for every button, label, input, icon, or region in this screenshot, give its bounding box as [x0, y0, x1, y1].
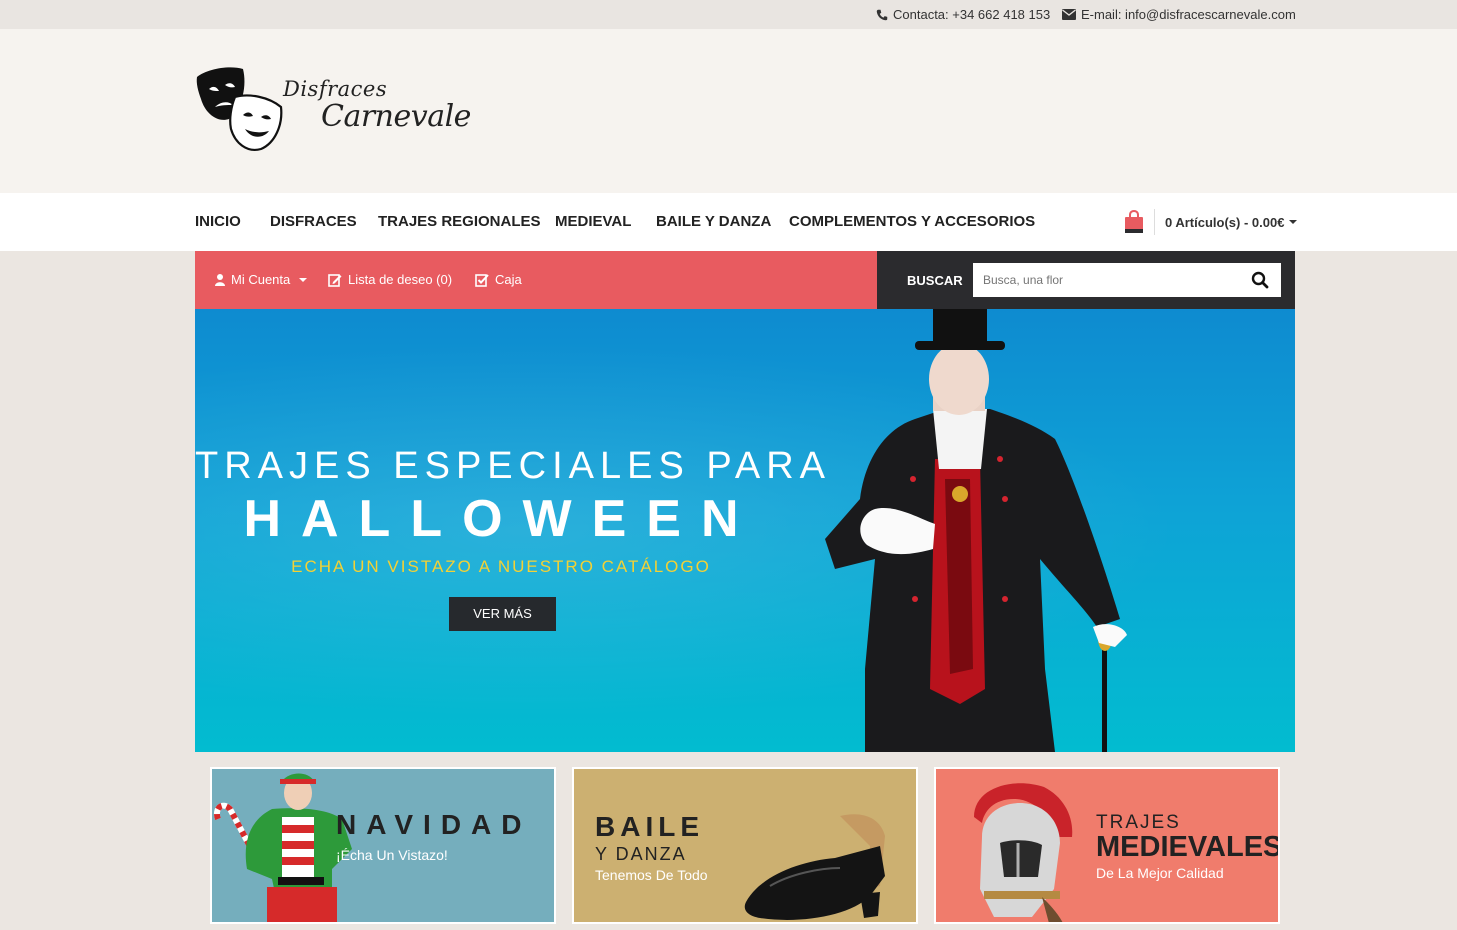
user-icon	[215, 273, 225, 286]
contact-phone-text: Contacta: +34 662 418 153	[893, 7, 1051, 22]
shopping-bag-icon	[1125, 210, 1143, 233]
search-label: BUSCAR	[907, 273, 963, 288]
nav-item-complementos[interactable]: COMPLEMENTOS Y ACCESORIOS	[789, 213, 1035, 230]
cart-button[interactable]: 0 Artículo(s) - 0.00€	[1124, 207, 1298, 237]
vampire-costume-image	[825, 309, 1127, 752]
nav-item-inicio[interactable]: INICIO	[195, 213, 241, 230]
my-account-dropdown[interactable]: Mi Cuenta	[215, 272, 308, 287]
promo-subtitle-navidad: ¡Échа Un Vistazo!	[336, 847, 448, 863]
search-icon[interactable]	[1251, 271, 1269, 289]
hero-banner[interactable]: TRAJES ESPECIALES PARA HALLOWEEN ECHA UN…	[195, 309, 1295, 752]
nav-item-baile-y-danza[interactable]: BAILE Y DANZA	[656, 213, 771, 230]
hero-title-line1: TRAJES ESPECIALES PARA	[195, 445, 832, 487]
main-navigation: INICIO DISFRACES TRAJES REGIONALES MEDIE…	[0, 193, 1457, 251]
promo-tile-medieval[interactable]: TRAJES MEDIEVALES De La Mejor Calidad	[934, 767, 1280, 924]
search-input[interactable]	[973, 263, 1281, 297]
logo-text-line1: Disfraces	[283, 77, 388, 101]
promo-title2-medievales: MEDIEVALES	[1096, 831, 1280, 863]
top-contact-bar: Contacta: +34 662 418 153 E-mail: info@d…	[0, 0, 1457, 29]
promo-tile-navidad[interactable]: NAVIDAD ¡Échа Un Vistazo!	[210, 767, 556, 924]
promo-section: NAVIDAD ¡Échа Un Vistazo! BAILE Y DANZA …	[195, 752, 1295, 930]
phone-icon	[876, 9, 888, 20]
account-bar: Mi Cuenta Lista de deseo (0) Caja	[195, 251, 877, 309]
promo-title2-danza: Y DANZA	[595, 844, 687, 864]
nav-item-trajes-regionales[interactable]: TRAJES REGIONALES	[378, 213, 541, 230]
search-bar: BUSCAR	[877, 251, 1295, 309]
promo-title-baile: BAILE	[595, 811, 704, 842]
promo-title-navidad: NAVIDAD	[336, 809, 532, 840]
contact-email[interactable]: E-mail: info@disfracescarnevale.com	[1062, 7, 1296, 22]
promo-subtitle-medieval: De La Mejor Calidad	[1096, 865, 1224, 881]
contact-email-text: E-mail: info@disfracescarnevale.com	[1081, 7, 1296, 22]
wishlist-link[interactable]: Lista de deseo (0)	[328, 272, 452, 287]
roman-helmet-image	[974, 783, 1073, 922]
nav-item-disfraces[interactable]: DISFRACES	[270, 213, 357, 230]
hero-title-line2: HALLOWEEN	[243, 490, 759, 548]
logo-text-line2: Carnevale	[321, 99, 471, 134]
cart-summary: 0 Artículo(s) - 0.00€	[1165, 214, 1285, 230]
nav-item-medieval[interactable]: MEDIEVAL	[555, 213, 631, 230]
promo-subtitle-baile: Tenemos De Todo	[595, 867, 708, 883]
checkout-link[interactable]: Caja	[475, 272, 522, 287]
see-more-button[interactable]: VER MÁS	[449, 597, 556, 631]
site-logo[interactable]: Disfraces Carnevale	[195, 63, 471, 155]
contact-phone[interactable]: Contacta: +34 662 418 153	[876, 7, 1050, 22]
theatre-masks-icon	[196, 67, 283, 151]
promo-tile-baile-danza[interactable]: BAILE Y DANZA Tenemos De Todo	[572, 767, 918, 924]
chevron-down-icon	[1289, 220, 1298, 224]
cart-separator	[1154, 209, 1155, 235]
envelope-icon	[1062, 9, 1076, 20]
hero-subtitle: ECHA UN VISTAZO A NUESTRO CATÁLOGO	[291, 557, 711, 576]
site-header: Disfraces Carnevale	[0, 29, 1457, 193]
checkbox-icon	[475, 273, 489, 287]
chevron-down-icon	[299, 277, 308, 282]
my-account-label: Mi Cuenta	[231, 272, 291, 287]
checkout-label: Caja	[495, 272, 522, 287]
dance-shoe-image	[744, 814, 885, 920]
wishlist-label: Lista de deseo (0)	[348, 272, 453, 287]
edit-icon	[328, 273, 342, 287]
